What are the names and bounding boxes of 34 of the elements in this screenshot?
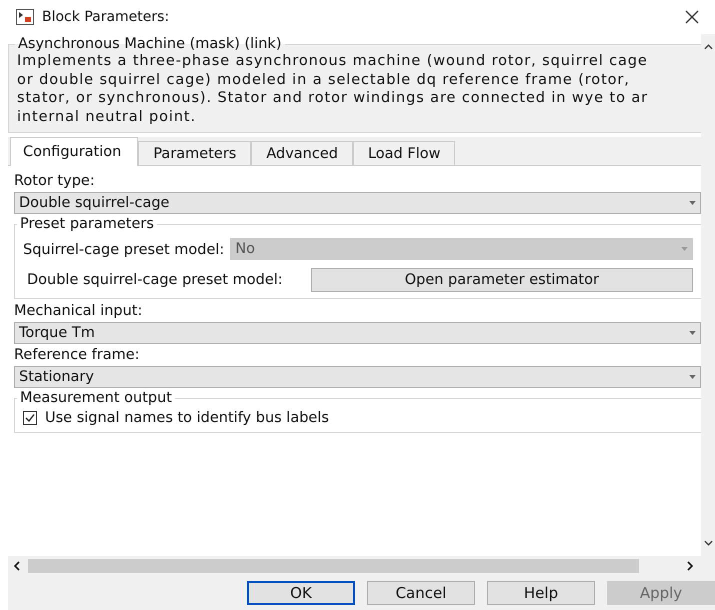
checkbox[interactable] — [23, 411, 37, 425]
field-label: Reference frame: — [14, 347, 141, 363]
scroll-right-icon[interactable] — [687, 561, 693, 571]
open-estimator-button[interactable]: Open parameter estimator — [310, 268, 693, 292]
tab[interactable]: Parameters — [138, 141, 252, 165]
dialog-button[interactable]: OK — [247, 581, 355, 605]
group-title: Measurement output — [19, 390, 173, 406]
dropdown-caret-icon — [689, 331, 696, 335]
checkbox-label: Use signal names to identify bus labels — [45, 410, 329, 426]
dropdown-caret-icon — [689, 201, 696, 205]
window-title: Block Parameters: — [42, 9, 170, 25]
reference-frame-dropdown[interactable]: Stationary — [14, 366, 701, 388]
dropdown-caret-icon — [689, 375, 696, 379]
field-label: Rotor type: — [14, 173, 96, 189]
scroll-left-icon[interactable] — [14, 561, 20, 571]
horizontal-scrollbar[interactable] — [28, 559, 639, 573]
dialog-button[interactable]: Help — [487, 581, 595, 605]
scroll-up-icon[interactable] — [704, 44, 712, 50]
field-label: Double squirrel-cage preset model: — [27, 272, 283, 288]
block-icon — [16, 9, 34, 25]
rotor-type-dropdown[interactable]: Double squirrel-cage — [14, 192, 701, 214]
scroll-down-icon[interactable] — [704, 540, 712, 546]
tab[interactable]: Advanced — [251, 141, 353, 165]
mask-description: Implements a three-phase asynchronous machine (wound rotor, squirrel cage or double squirrel cage) modeled in a selectable dq reference frame (rotor, stator, or synchronous). Stator and rotor windings are connected in wye to ar internal neutral point. — [17, 52, 649, 126]
mask-title: Asynchronous Machine (mask) (link) — [17, 36, 282, 52]
mechanical-input-dropdown[interactable]: Torque Tm — [14, 322, 701, 344]
close-icon[interactable] — [685, 10, 699, 24]
tab[interactable]: Configuration — [10, 137, 138, 166]
field-label: Squirrel-cage preset model: — [23, 242, 224, 258]
tab[interactable]: Load Flow — [352, 141, 456, 165]
dropdown-caret-icon — [681, 247, 688, 251]
group-title: Preset parameters — [19, 216, 155, 232]
field-label: Mechanical input: — [14, 303, 144, 319]
dialog-button[interactable]: Cancel — [367, 581, 475, 605]
